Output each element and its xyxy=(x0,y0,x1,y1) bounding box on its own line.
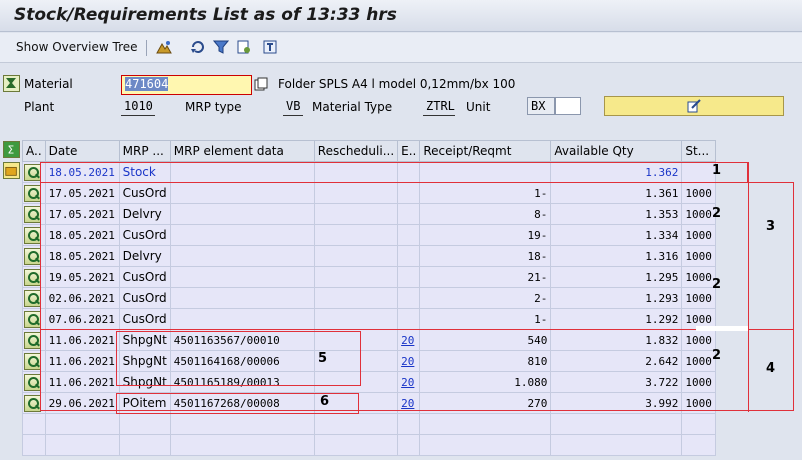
magnifier-icon[interactable] xyxy=(24,163,41,181)
magnifier-icon[interactable] xyxy=(24,289,41,307)
magnifier-icon[interactable] xyxy=(24,331,41,349)
empty-cell xyxy=(118,434,171,456)
annotation-box-1 xyxy=(40,162,748,183)
show-overview-tree-button[interactable]: Show Overview Tree xyxy=(16,40,138,54)
material-type-field: ZTRL xyxy=(423,98,455,116)
mrp-type-label: MRP type xyxy=(185,100,242,114)
annotation-label-6: 6 xyxy=(320,394,330,409)
column-header[interactable]: E.. xyxy=(397,140,421,162)
sum-icon[interactable]: Σ xyxy=(3,141,20,158)
column-header[interactable]: A.. xyxy=(22,140,46,162)
toolbar-separator xyxy=(146,40,147,56)
annotation-label-2b: 2 xyxy=(712,277,722,292)
document-settings-icon[interactable] xyxy=(236,39,252,55)
column-header[interactable]: Available Qty xyxy=(550,140,683,162)
material-value: 471604 xyxy=(125,77,169,91)
column-header[interactable]: Date xyxy=(44,140,120,162)
plant-field: 1010 xyxy=(121,98,155,116)
magnifier-icon[interactable] xyxy=(24,352,41,370)
material-label: Material xyxy=(24,77,73,91)
magnifier-icon[interactable] xyxy=(24,247,41,265)
grid-left-toolbar: Σ xyxy=(0,140,22,460)
unit-extra-field xyxy=(555,97,581,115)
empty-row xyxy=(22,434,716,456)
empty-cell xyxy=(44,413,120,435)
annotation-label-2a: 2 xyxy=(712,206,722,221)
title-bar: Stock/Requirements List as of 13:33 hrs xyxy=(0,0,802,32)
annotation-label-4: 4 xyxy=(766,361,776,376)
column-header[interactable]: Receipt/Reqmt xyxy=(419,140,552,162)
empty-cell xyxy=(22,434,46,456)
mountain-chart-icon[interactable] xyxy=(156,39,172,55)
pencil-icon xyxy=(687,99,701,113)
empty-cell xyxy=(681,413,716,435)
plant-label: Plant xyxy=(24,100,55,114)
empty-cell xyxy=(313,434,399,456)
magnifier-icon[interactable] xyxy=(24,394,41,412)
material-description: Folder SPLS A4 l model 0,12mm/bx 100 xyxy=(278,77,516,91)
magnifier-icon[interactable] xyxy=(24,310,41,328)
empty-cell xyxy=(169,434,315,456)
annotation-label-1: 1 xyxy=(712,163,722,178)
material-type-label: Material Type xyxy=(312,100,393,114)
magnifier-icon[interactable] xyxy=(24,268,41,286)
empty-cell xyxy=(681,434,716,456)
column-header[interactable]: Rescheduli... xyxy=(313,140,399,162)
empty-cell xyxy=(22,413,46,435)
empty-cell xyxy=(44,434,120,456)
annotation-label-5: 5 xyxy=(318,351,328,366)
folder-icon[interactable] xyxy=(3,162,20,179)
empty-cell xyxy=(397,434,421,456)
filter-icon[interactable] xyxy=(213,39,229,55)
material-header-icon[interactable] xyxy=(3,75,20,92)
empty-row xyxy=(22,413,716,435)
empty-cell xyxy=(419,434,552,456)
print-list-icon[interactable] xyxy=(262,39,278,55)
column-header[interactable]: MRP ... xyxy=(118,140,171,162)
annotation-gap xyxy=(696,326,748,331)
magnifier-icon[interactable] xyxy=(24,184,41,202)
material-header: Material 471604 Folder SPLS A4 l model 0… xyxy=(0,64,802,138)
material-input[interactable]: 471604 xyxy=(121,75,252,95)
magnifier-icon[interactable] xyxy=(24,226,41,244)
copy-icon[interactable] xyxy=(254,77,268,91)
column-header[interactable]: St... xyxy=(681,140,716,162)
empty-cell xyxy=(397,413,421,435)
annotation-label-3: 3 xyxy=(766,219,776,234)
empty-cell xyxy=(313,413,399,435)
toolbar: Show Overview Tree xyxy=(0,33,802,63)
mrp-grid: Σ A.. Date MRP ... MRP element data Reschedu… xyxy=(0,140,802,460)
refresh-icon[interactable] xyxy=(190,39,206,55)
annotation-divider xyxy=(748,162,749,412)
unit-label: Unit xyxy=(466,100,491,114)
mrp-type-field: VB xyxy=(283,98,303,116)
table-header-row: A.. Date MRP ... MRP element data Rescheduli… xyxy=(22,140,716,162)
magnifier-icon[interactable] xyxy=(24,205,41,223)
magnifier-icon[interactable] xyxy=(24,373,41,391)
edit-button[interactable] xyxy=(604,96,784,116)
column-header[interactable]: MRP element data xyxy=(169,140,315,162)
empty-cell xyxy=(169,413,315,435)
annotation-label-2c: 2 xyxy=(712,348,722,363)
page-title: Stock/Requirements List as of 13:33 hrs xyxy=(14,5,397,25)
empty-cell xyxy=(550,413,683,435)
svg-text:Σ: Σ xyxy=(8,144,15,156)
annotation-box-3 xyxy=(40,182,794,329)
empty-cell xyxy=(118,413,171,435)
unit-field: BX xyxy=(527,97,555,115)
empty-cell xyxy=(550,434,683,456)
empty-cell xyxy=(419,413,552,435)
